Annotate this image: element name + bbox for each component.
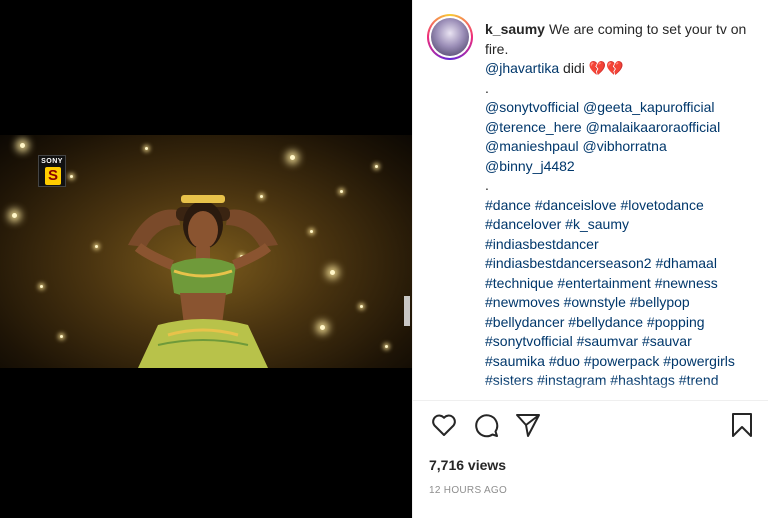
hashtag-link[interactable]: #k_saumy [565, 216, 629, 232]
sparkle [360, 305, 363, 308]
mention-link[interactable]: @malaikaaroraofficial [586, 119, 721, 135]
hashtag-link[interactable]: #bellydancer [485, 314, 564, 330]
username-link[interactable]: k_saumy [485, 21, 545, 37]
mention-line: @jhavartika didi 💔💔 [485, 59, 765, 79]
mention-link[interactable]: @terence_here [485, 119, 582, 135]
paper-plane-icon [516, 414, 540, 437]
hashtag-link[interactable]: #sonytvofficial [485, 333, 573, 349]
separator-dot: . [485, 79, 489, 96]
avatar-image [431, 18, 469, 56]
video-scroll-indicator [404, 296, 410, 326]
hashtag-link[interactable]: #indiasbestdancer [485, 236, 599, 252]
hashtag-link[interactable]: #powerpack [584, 353, 660, 369]
avatar-ring [429, 16, 471, 58]
sparkle [385, 345, 388, 348]
hashtag-link[interactable]: #dancelover [485, 216, 561, 232]
bookmark-icon [732, 413, 752, 437]
hashtag-link[interactable]: #lovetodance [620, 197, 703, 213]
hashtag-link[interactable]: #powergirls [663, 353, 735, 369]
hashtag-link[interactable]: #duo [549, 353, 580, 369]
video-player[interactable]: SONY S [0, 0, 412, 518]
sparkle [310, 230, 313, 233]
hashtag-link[interactable]: #sauvar [642, 333, 692, 349]
sparkle [340, 190, 343, 193]
action-bar [427, 410, 757, 442]
sparkle [330, 270, 335, 275]
comment-bubble-icon [475, 414, 499, 438]
sparkle [12, 213, 17, 218]
hashtag-link[interactable]: #bellypop [630, 294, 690, 310]
comment-button[interactable] [471, 410, 501, 440]
hashtag-link[interactable]: #newness [655, 275, 718, 291]
caption-fade [485, 380, 765, 400]
hashtag-link[interactable]: #technique [485, 275, 554, 291]
user-avatar[interactable] [427, 14, 473, 60]
hashtag-link[interactable]: #saumika [485, 353, 545, 369]
channel-logo-text: SONY [41, 158, 63, 165]
hashtags-block: #dance #danceislove #lovetodance #dancel… [485, 196, 765, 391]
sparkle [145, 147, 148, 150]
post-caption: k_saumy We are coming to set your tv on f… [485, 20, 765, 397]
mention-link[interactable]: @geeta_kapurofficial [583, 99, 714, 115]
hashtag-link[interactable]: #ownstyle [564, 294, 626, 310]
save-button[interactable] [727, 410, 757, 440]
post-sidebar: k_saumy We are coming to set your tv on f… [412, 0, 768, 518]
sparkle [70, 175, 73, 178]
hashtag-link[interactable]: #newmoves [485, 294, 560, 310]
hashtag-link[interactable]: #entertainment [557, 275, 650, 291]
sparkle [290, 155, 295, 160]
hashtag-link[interactable]: #dhamaal [655, 255, 717, 271]
hashtag-link[interactable]: #saumvar [577, 333, 638, 349]
like-button[interactable] [429, 410, 459, 440]
sparkle [20, 143, 25, 148]
mention-link[interactable]: @binny_j4482 [485, 158, 575, 174]
hashtag-link[interactable]: #popping [647, 314, 705, 330]
post-timestamp[interactable]: 12 HOURS AGO [429, 485, 507, 496]
mention-link[interactable]: @sonytvofficial [485, 99, 579, 115]
heart-outline-icon [432, 414, 456, 436]
hashtag-link[interactable]: #indiasbestdancerseason2 [485, 255, 652, 271]
separator-dot: . [485, 177, 489, 193]
hashtag-link[interactable]: #bellydance [568, 314, 643, 330]
sparkle [60, 335, 63, 338]
sparkle [40, 285, 43, 288]
dancer-figure [128, 195, 278, 368]
share-button[interactable] [513, 410, 543, 440]
divider [413, 400, 768, 401]
mentions-block: @sonytvofficial @geeta_kapurofficial @te… [485, 98, 765, 176]
hashtag-link[interactable]: #danceislove [535, 197, 617, 213]
channel-logo-mark: S [45, 167, 61, 185]
sparkle [375, 165, 378, 168]
mention-text: didi [563, 60, 585, 76]
sparkle [95, 245, 98, 248]
mention-link[interactable]: @vibhorratna [583, 138, 667, 154]
mention-link[interactable]: @manieshpaul [485, 138, 579, 154]
broken-heart-emoji: 💔💔 [588, 60, 624, 76]
view-count[interactable]: 7,716 views [429, 457, 506, 473]
mention-link[interactable]: @jhavartika [485, 60, 559, 76]
sparkle [320, 325, 325, 330]
hashtag-link[interactable]: #dance [485, 197, 531, 213]
channel-logo: SONY S [38, 155, 66, 187]
